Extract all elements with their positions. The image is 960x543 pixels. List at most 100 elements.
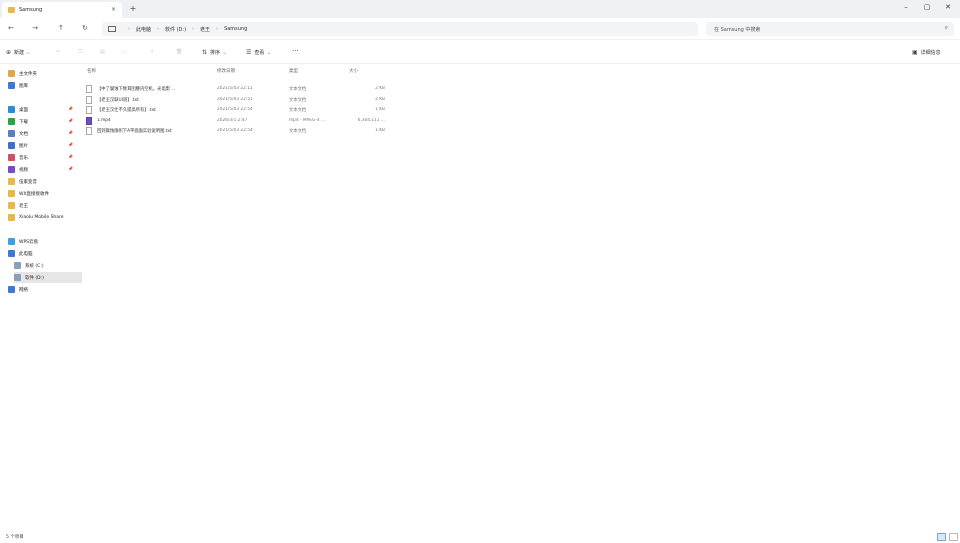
breadcrumb-item[interactable]: 此电脑 xyxy=(136,26,151,33)
file-row[interactable]: 【老王汉缺UI道】.txt 2021/5/03 22:51 文本文档 2 KB xyxy=(84,95,404,105)
sidebar-item[interactable]: 音乐 xyxy=(8,152,76,163)
more-button[interactable]: ··· xyxy=(292,47,299,55)
file-date: 2021/5/03 22:54 xyxy=(217,107,253,112)
sidebar-item[interactable]: 伍家变音 xyxy=(8,176,76,187)
sidebar-item[interactable]: 软件 (D:) xyxy=(14,272,82,283)
file-row[interactable]: 【老王汉仕不久提高所有】.txt 2021/5/03 22:54 文本文档 1 KB xyxy=(84,105,404,115)
title-bar: Samsung × + – ▢ ✕ xyxy=(0,0,960,18)
share-icon[interactable]: ⇪ xyxy=(150,49,154,55)
sidebar-item-label: 桌面 xyxy=(19,107,28,113)
sidebar-item-label: WPS云盘 xyxy=(19,239,39,245)
sidebar-item[interactable]: WX直接接收件 xyxy=(8,188,76,199)
column-header-date[interactable]: 修改日期 xyxy=(217,68,235,74)
breadcrumb-item[interactable]: 老王 xyxy=(200,26,210,33)
file-type: 文本文档 xyxy=(289,97,307,103)
navigation-pane: 主文件夹 图库 桌面 📌 下载 📌 文档 📌 图片 📌 音乐 📌 视频 📌 伍家变音 WX直接接收件 老王 Xia… xyxy=(0,66,82,296)
view-button[interactable]: ☰ 查看 ⌄ xyxy=(246,49,274,56)
folder-icon xyxy=(8,250,15,257)
column-header-size[interactable]: 大小 xyxy=(349,68,358,74)
file-row[interactable]: 回到腐蚀旗帜下A平面面实验说明图.txt 2021/5/03 22:54 文本文档 1… xyxy=(84,126,404,136)
folder-icon xyxy=(8,166,15,173)
status-bar: 5 个项目 xyxy=(0,531,960,543)
sidebar-item-label: 此电脑 xyxy=(19,251,33,257)
breadcrumb[interactable]: › 此电脑 › 软件 (D:) › 老王 › Samsung xyxy=(102,22,698,36)
breadcrumb-item[interactable]: 软件 (D:) xyxy=(165,26,186,33)
pin-icon: 📌 xyxy=(68,142,73,147)
folder-icon xyxy=(14,262,21,269)
sidebar-item-label: 系统 (C:) xyxy=(25,263,44,269)
chevron-down-icon: ⌄ xyxy=(26,49,32,56)
sidebar-item[interactable]: WPS云盘 xyxy=(8,236,76,247)
up-button[interactable]: ↑ xyxy=(56,24,66,32)
sidebar-item-label: 主文件夹 xyxy=(19,71,37,77)
sidebar-item-label: 图库 xyxy=(19,83,28,89)
new-tab-button[interactable]: + xyxy=(128,4,138,14)
file-type: 文本文档 xyxy=(289,108,307,113)
command-bar: ⊕ 新建 ⌄ ✂ ❐ ▤ ▭ ⇪ 🗑 ⇅ 排序 ⌄ ☰ 查看 ⌄ ··· ▣ 详… xyxy=(0,44,960,64)
search-input[interactable]: 在 Samsung 中搜索 ⌕ xyxy=(706,22,954,36)
refresh-button[interactable]: ↻ xyxy=(80,24,90,32)
text-file-icon xyxy=(86,95,92,104)
sidebar-item[interactable]: 主文件夹 xyxy=(8,68,76,79)
folder-icon xyxy=(8,7,15,13)
new-button[interactable]: ⊕ 新建 ⌄ xyxy=(6,49,34,56)
sidebar-item[interactable]: 文档 xyxy=(8,128,76,139)
chevron-right-icon: › xyxy=(157,26,160,32)
paste-icon[interactable]: ▤ xyxy=(100,49,105,55)
pin-icon: 📌 xyxy=(68,154,73,159)
forward-button[interactable]: → xyxy=(30,24,40,32)
folder-icon xyxy=(8,142,15,149)
address-bar: ← → ↑ ↻ › 此电脑 › 软件 (D:) › 老王 › Samsung 在… xyxy=(0,18,960,40)
maximize-button[interactable]: ▢ xyxy=(921,3,933,11)
rename-icon[interactable]: ▭ xyxy=(122,49,127,55)
sidebar-item[interactable]: 图库 xyxy=(8,80,76,91)
sidebar-item-label: 伍家变音 xyxy=(19,179,37,185)
file-size: 2 KB xyxy=(375,96,385,102)
details-view-icon[interactable] xyxy=(937,533,946,541)
sidebar-item-label: 文档 xyxy=(19,131,28,137)
sidebar-item-label: 老王 xyxy=(19,203,28,209)
file-size: 1 KB xyxy=(375,107,385,112)
tab-close-icon[interactable]: × xyxy=(111,6,116,13)
sidebar-item[interactable]: 系统 (C:) xyxy=(14,260,82,271)
sidebar-item[interactable]: 图片 xyxy=(8,140,76,151)
sort-label: 排序 xyxy=(210,50,221,56)
cut-icon[interactable]: ✂ xyxy=(56,49,60,55)
pin-icon: 📌 xyxy=(68,118,73,123)
chevron-right-icon: › xyxy=(192,26,195,32)
file-date: 2026/3/1 2:47 xyxy=(217,117,248,123)
file-row[interactable]: 【中了腐蚀下致耳团腰内空机，光电影 ... 2021/5/03 22:11 文本文档… xyxy=(84,84,404,94)
details-pane-icon: ▣ xyxy=(912,49,918,56)
sidebar-item[interactable]: 下载 xyxy=(8,116,76,127)
column-header-type[interactable]: 类型 xyxy=(289,68,298,74)
plus-circle-icon: ⊕ xyxy=(6,49,12,56)
sidebar-item[interactable]: 老王 xyxy=(8,200,76,211)
sidebar-item[interactable]: 视频 xyxy=(8,164,76,175)
sidebar-item[interactable]: 桌面 xyxy=(8,104,76,115)
file-name: 【老王汉仕不久提高所有】.txt xyxy=(97,108,156,113)
details-label: 详细信息 xyxy=(920,50,941,56)
folder-icon xyxy=(8,130,15,137)
file-row[interactable]: 1.mp4 2026/3/1 2:47 mp4 - MPEG-4 ... 6,304,… xyxy=(84,116,404,126)
close-button[interactable]: ✕ xyxy=(942,3,954,11)
folder-icon xyxy=(8,70,15,77)
details-pane-button[interactable]: ▣ 详细信息 xyxy=(912,49,941,56)
file-date: 2021/5/03 22:54 xyxy=(217,128,253,133)
sidebar-item[interactable]: Xiaolu Mobile Share xyxy=(8,212,76,223)
minimize-button[interactable]: – xyxy=(900,3,912,11)
chevron-right-icon: › xyxy=(128,26,130,32)
column-header-name[interactable]: 名称 xyxy=(87,68,96,74)
file-type: 文本文档 xyxy=(289,87,307,92)
pin-icon: 📌 xyxy=(68,106,73,111)
file-list-header: 名称 修改日期 类型 大小 xyxy=(84,68,404,78)
copy-icon[interactable]: ❐ xyxy=(78,49,82,55)
tiles-view-icon[interactable] xyxy=(949,533,958,541)
back-button[interactable]: ← xyxy=(6,24,16,32)
sidebar-item[interactable]: 网络 xyxy=(8,284,76,295)
tab-samsung[interactable]: Samsung × xyxy=(2,2,122,18)
sort-button[interactable]: ⇅ 排序 ⌄ xyxy=(202,49,230,56)
breadcrumb-item[interactable]: Samsung xyxy=(224,26,247,32)
sidebar-item[interactable]: 此电脑 xyxy=(8,248,76,259)
delete-icon[interactable]: 🗑 xyxy=(176,49,182,55)
folder-icon xyxy=(8,286,15,293)
